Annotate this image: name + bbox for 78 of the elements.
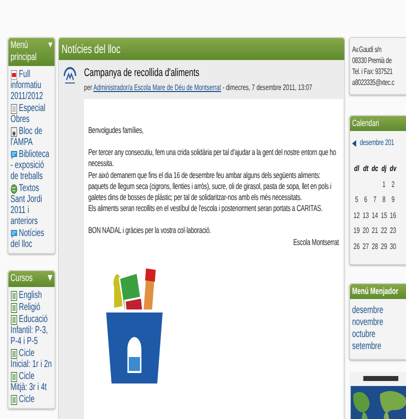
post-paragraph: Benvolgudes famílies,	[88, 125, 144, 136]
menu-link[interactable]: Bloc de l'AMPA	[10, 126, 52, 148]
calendar-day[interactable]: 8	[379, 192, 388, 208]
menu-link[interactable]: desembre	[352, 305, 406, 317]
post-paragraph: Per això demanem que fins el dia 16 de desembre feu ambar alguns dels següents aliments: paquets de llegum seca (cigrons, llenties i arròs), sucre, oli de girasol, pasta de sopa, llet en pols i galetes dins de bosses de plàstic; per tal de solidaritzar-nos amb els més necessitats.	[88, 170, 332, 204]
school-logo-icon	[63, 66, 77, 86]
panel-title: Notícies del lloc	[62, 41, 120, 58]
previous-month-icon[interactable]	[352, 140, 356, 146]
weekday-label: dj	[380, 163, 388, 175]
calendar-day[interactable]: 5	[352, 192, 362, 208]
post-paragraph: Els aliments seran recollits en el vestíbul de l'escola i posteriorment seran portats a CARITAS.	[88, 203, 324, 214]
document-icon	[10, 372, 18, 382]
calendar-day[interactable]: 13	[361, 208, 370, 223]
calendar-day[interactable]: 27	[361, 238, 370, 254]
post-signature: Escola Montserrat	[293, 236, 339, 248]
menu-link[interactable]: Religió	[10, 302, 52, 313]
document-icon	[10, 315, 18, 325]
calendar-day[interactable]: 1	[379, 176, 388, 192]
document-icon	[10, 349, 18, 359]
post-paragraph: BON NADAL i gràcies per la vostra col·laboració.	[88, 225, 212, 237]
author-link[interactable]: Administrador/a Escola Mare de Déu de Montserrat	[93, 83, 221, 92]
menu-link[interactable]: Full informatiu 2011/2012	[10, 69, 52, 102]
blog-icon	[10, 127, 18, 137]
post-title: Campanya de recollida d'aliments	[84, 66, 200, 80]
menu-link[interactable]: Biblioteca - exposició de treballs	[10, 149, 52, 182]
calendar-month: desembre 201	[360, 137, 394, 149]
calendar-day[interactable]: 21	[370, 223, 380, 238]
menu-link[interactable]: Cicle Mitjà: 3r i 4t	[10, 371, 52, 393]
pdf-icon	[10, 70, 18, 80]
post-byline: perAdministrador/a Escola Mare de Déu de Montserrat - dimecres, 7 desembre 2011, 13:07	[84, 83, 312, 93]
menu-link[interactable]: English	[10, 290, 52, 301]
calendar-day[interactable]: 2	[388, 176, 398, 192]
menu-link[interactable]: novembre	[352, 317, 406, 329]
menu-link[interactable]: Especial Obres	[10, 103, 52, 125]
document-icon	[10, 303, 18, 313]
calendar-day[interactable]: 23	[388, 223, 398, 238]
weekday-label: dt	[362, 163, 370, 175]
document-icon	[10, 104, 18, 114]
menu-link[interactable]: octubre	[352, 329, 406, 341]
calendar-day[interactable]: 6	[361, 192, 370, 208]
menu-link[interactable]: Cicle	[10, 394, 52, 405]
calendar-day[interactable]: 26	[352, 238, 362, 254]
menu-link[interactable]: Notícies del lloc	[10, 228, 52, 250]
weekday-label: dl	[353, 163, 360, 175]
address-line: a8023335@xtec.c	[352, 77, 396, 88]
calendar-day[interactable]: 22	[379, 223, 388, 238]
calendar-day[interactable]: 16	[388, 208, 398, 223]
address-line: Av.Gaudí s/n	[352, 44, 382, 55]
calendar-day[interactable]: 20	[361, 223, 370, 238]
panel-title: Cursos	[10, 273, 33, 285]
calendar-day[interactable]: 28	[370, 238, 380, 254]
calendar-day[interactable]: 19	[352, 223, 362, 238]
address-line: 08330 Premià de	[352, 55, 393, 66]
calendar-day[interactable]: 12	[352, 208, 362, 223]
weekday-label: dc	[370, 163, 380, 175]
panel-title: Calendari	[352, 116, 380, 130]
menu-link[interactable]: Cicle Inicial: 1r i 2n	[10, 348, 52, 370]
calendar-day[interactable]: 14	[370, 208, 380, 223]
weekday-label: dv	[388, 163, 398, 175]
address-line: Tel. i Fax: 937521	[352, 66, 394, 77]
menu-link[interactable]: setembre	[352, 341, 406, 353]
menu-link[interactable]: Textos Sant Jordi 2011 i anteriors	[10, 183, 52, 227]
panel-title: Menú principal	[10, 40, 38, 64]
dropdown-icon	[48, 275, 52, 281]
calendar-day[interactable]: 29	[379, 238, 388, 254]
document-icon	[10, 395, 18, 405]
calendar-day[interactable]: 7	[370, 192, 380, 208]
dropdown-icon	[48, 42, 52, 48]
calendar-day[interactable]: 9	[388, 192, 398, 208]
menu-link[interactable]: Educació Infantil: P-3, P-4 i P-5	[10, 314, 52, 347]
document-icon	[10, 291, 18, 301]
calendar-day[interactable]: 15	[379, 208, 388, 223]
panel-title: Menú Menjador	[352, 284, 398, 298]
calendar-day[interactable]: 30	[388, 238, 398, 254]
post-paragraph: Per tercer any consecutiu, fem una crida solidària per tal d'ajudar a la gent del nostre entorn que ho necessita.	[88, 147, 338, 170]
globe-icon	[10, 184, 18, 194]
chat-icon	[10, 229, 18, 239]
chat-icon	[10, 150, 18, 160]
